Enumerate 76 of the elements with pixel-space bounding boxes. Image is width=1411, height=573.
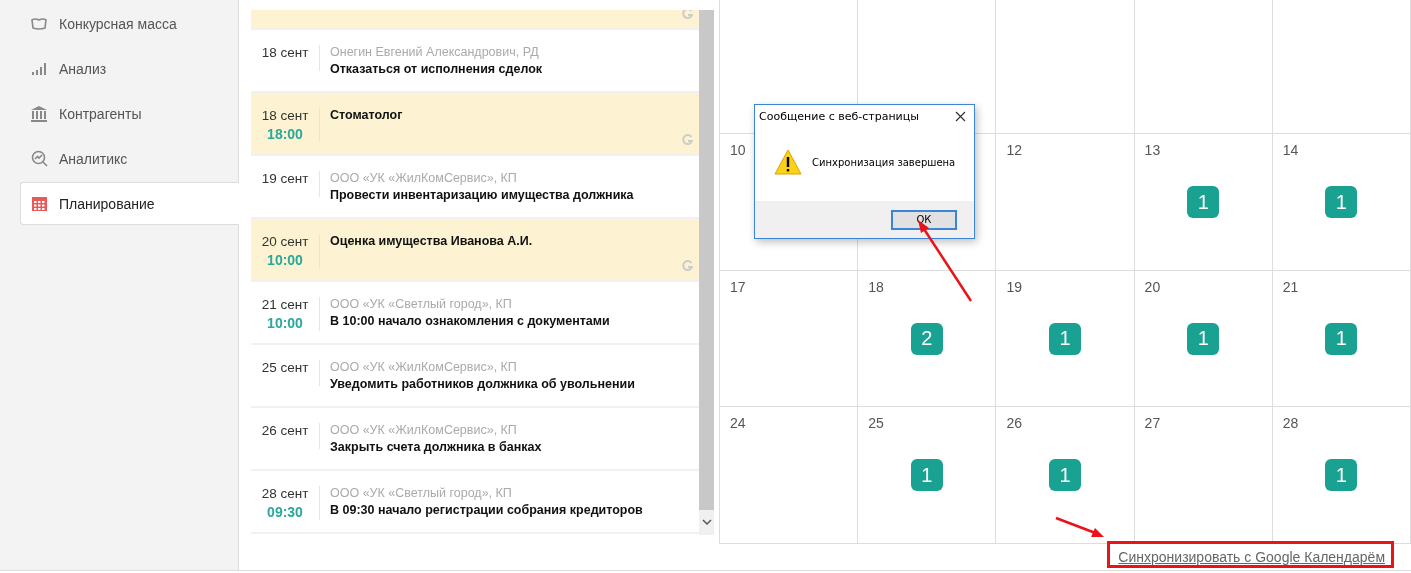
day-number: 24	[730, 415, 746, 431]
event-date: 18 сент	[261, 108, 309, 123]
event-title: Уведомить работников должника об увольнении	[330, 377, 635, 391]
calendar-day-cell[interactable]: 12	[996, 133, 1135, 270]
calendar-day-cell[interactable]: 27	[1134, 406, 1273, 543]
day-number: 28	[1282, 415, 1299, 431]
bar-chart-icon	[31, 61, 47, 76]
event-title: Закрыть счета должника в банках	[330, 440, 542, 454]
warning-icon	[774, 149, 802, 175]
calendar-day-cell[interactable]: 26 1	[996, 406, 1135, 543]
dialog-title: Сообщение с веб-страницы	[759, 110, 919, 123]
event-client: Онегин Евгений Александрович, РД	[330, 45, 540, 59]
sidebar-item[interactable]: Аналитикс	[20, 137, 238, 180]
calendar-icon	[30, 195, 48, 212]
sidebar-item[interactable]: Контрагенты	[20, 92, 238, 135]
calendar-day-cell[interactable]: 21 1	[1272, 270, 1411, 406]
calendar-day-cell[interactable]: 18 2	[858, 270, 997, 406]
scroll-down-icon[interactable]	[701, 519, 712, 526]
day-number: 18	[868, 279, 884, 295]
day-number: 27	[1144, 415, 1161, 431]
day-number: 14	[1282, 142, 1299, 158]
event-client: ООО «УК «ЖилКомСервис», КП	[330, 423, 518, 437]
calendar-day-cell[interactable]: 14 1	[1272, 133, 1411, 270]
event-date: 26 сент	[261, 423, 309, 438]
event-time: 18:00	[267, 126, 303, 142]
event-date: 28 сент	[261, 486, 309, 501]
event-date: 21 сент	[261, 297, 309, 312]
calendar-day-cell[interactable]: 25 1	[858, 406, 997, 543]
event-title: Провести инвентаризацию имущества должника	[330, 188, 634, 202]
day-number: 25	[868, 415, 884, 431]
event-row[interactable]: 20 сент 10:00 Оценка имущества Иванова А.И.	[251, 219, 699, 282]
day-number: 20	[1144, 279, 1161, 295]
sidebar-item[interactable]: Конкурсная масса	[20, 2, 238, 45]
day-number: 21	[1282, 279, 1299, 295]
close-icon[interactable]	[955, 111, 966, 122]
event-date: 19 сент	[261, 171, 309, 186]
day-number: 17	[730, 279, 746, 295]
calendar-day-cell[interactable]: 19 1	[996, 270, 1135, 406]
bank-icon	[30, 105, 48, 122]
event-title: Оценка имущества Иванова А.И.	[330, 234, 533, 248]
event-client: ООО «УК «ЖилКомСервис», КП	[330, 360, 518, 374]
event-title: Отказаться от исполнения сделок	[330, 62, 543, 76]
calendar-day-cell[interactable]: 24	[720, 406, 859, 543]
calendar-day-cell[interactable]: 20 1	[1134, 270, 1273, 406]
event-date: 20 сент	[261, 234, 309, 249]
google-g-icon	[682, 10, 693, 20]
sidebar-item[interactable]: Анализ	[20, 47, 238, 90]
event-title: В 10:00 начало ознакомления с документами	[330, 314, 610, 328]
event-client: ООО «УК «ЖилКомСервис», КП	[330, 171, 518, 185]
day-number: 13	[1144, 142, 1161, 158]
google-g-icon	[682, 134, 693, 146]
chart-magnifier-icon	[30, 150, 48, 167]
event-client: ООО «УК «Светлый город», КП	[330, 486, 513, 500]
ok-button[interactable]: ОК	[891, 209, 957, 230]
day-number: 26	[1006, 415, 1022, 431]
day-number: 19	[1006, 279, 1022, 295]
calendar-day-cell[interactable]: 13 1	[1134, 133, 1273, 270]
sidebar-item[interactable]: Планирование	[20, 182, 239, 225]
day-number: 12	[1006, 142, 1022, 158]
event-date: 18 сент	[261, 45, 309, 60]
day-number: 10	[730, 142, 746, 158]
event-date: 25 сент	[261, 360, 309, 375]
dialog-message: Синхронизация завершена	[812, 156, 956, 168]
event-time: 10:00	[267, 315, 303, 331]
calendar-day-cell[interactable]: 28 1	[1272, 406, 1411, 543]
event-client: ООО «УК «Светлый город», КП	[330, 297, 513, 311]
sync-google-calendar-link[interactable]: Синхронизировать с Google Календарём	[1118, 549, 1385, 565]
event-time: 09:30	[267, 504, 303, 520]
event-time: 10:00	[267, 252, 303, 268]
event-title: Стоматолог	[330, 108, 403, 122]
wallet-icon	[30, 16, 48, 31]
google-g-icon	[682, 260, 693, 272]
annotation-arrow	[1055, 516, 1104, 537]
calendar-day-cell[interactable]: 17	[720, 270, 859, 406]
event-title: В 09:30 начало регистрации собрания кредиторов	[330, 503, 643, 517]
event-row[interactable]: 18 сент 18:00 Стоматолог	[251, 93, 699, 156]
